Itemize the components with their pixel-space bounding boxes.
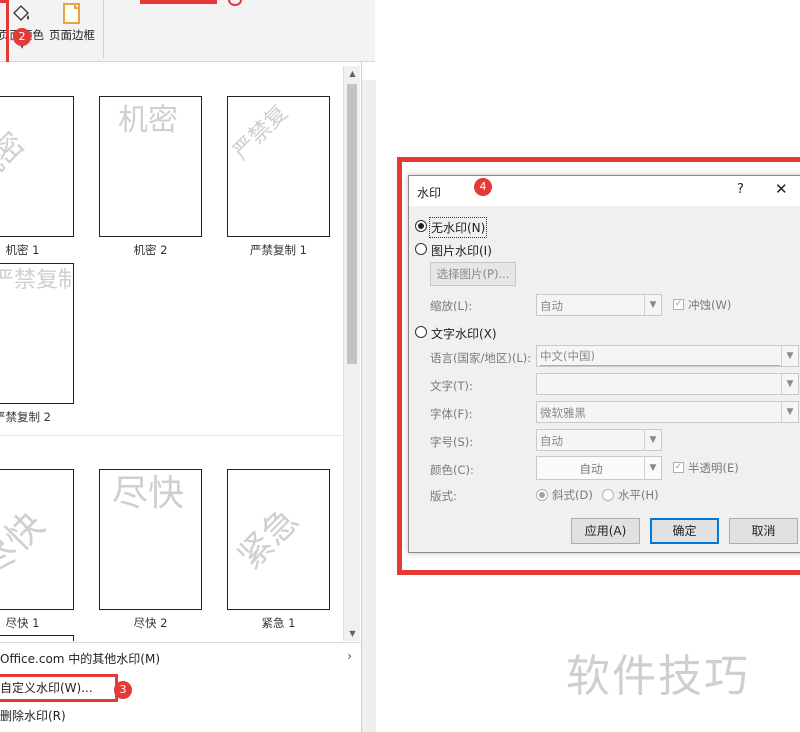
watermark-caption: 尽快 1 <box>5 616 40 630</box>
page-border-button[interactable]: 页面边框 <box>47 0 97 58</box>
color-label: 颜色(C): <box>430 463 474 477</box>
size-select[interactable]: 自动 ▼ <box>536 429 662 451</box>
ribbon-separator <box>103 0 104 58</box>
watermark-thumbnail: 机密 <box>99 96 202 237</box>
semitransparent-checkbox[interactable]: ✓ <box>673 462 684 473</box>
chevron-down-icon: ▼ <box>781 346 798 366</box>
chevron-down-icon: ▼ <box>644 295 661 315</box>
font-select[interactable]: 微软雅黑 ▼ <box>536 401 799 423</box>
cancel-button[interactable]: 取消 <box>729 518 798 544</box>
step-badge-2: 2 <box>13 28 31 46</box>
highlight-frame-custom <box>0 674 118 702</box>
text-watermark-radio[interactable] <box>415 326 427 338</box>
scroll-down-arrow-icon[interactable]: ▼ <box>345 626 360 641</box>
diagonal-label: 斜式(D) <box>552 488 593 502</box>
picture-watermark-radio[interactable] <box>415 243 427 255</box>
section-divider <box>0 435 342 436</box>
watermark-sample-text: 严禁复 <box>228 100 293 165</box>
language-select[interactable]: 中文(中国) ▼ <box>536 345 799 367</box>
watermark-thumbnail: 严禁复 <box>227 96 330 237</box>
scale-select[interactable]: 自动 ▼ <box>536 294 662 316</box>
no-watermark-label: 无水印(N) <box>428 217 488 238</box>
scroll-thumb[interactable] <box>347 84 357 364</box>
highlight-frame-top <box>140 0 217 4</box>
chevron-down-icon: ▼ <box>781 402 798 422</box>
language-label: 语言(国家/地区)(L): <box>430 351 532 365</box>
color-select[interactable]: 自动 ▼ <box>536 456 662 480</box>
watermark-sample-text: 机密 <box>118 103 178 138</box>
chevron-down-icon: ▼ <box>644 457 661 479</box>
gallery-scrollbar[interactable]: ▲ ▼ <box>343 66 360 641</box>
watermark-caption: 机密 1 <box>5 243 40 257</box>
scale-label: 缩放(L): <box>430 299 473 313</box>
watermark-thumbnail: 严禁复制 <box>0 263 74 404</box>
ribbon: 页面颜色 ▾ 页面边框 <box>0 0 375 62</box>
no-watermark-radio[interactable] <box>415 220 427 232</box>
washout-checkbox[interactable]: ✓ <box>673 299 684 310</box>
watermark-caption: 严禁复制 2 <box>0 410 51 424</box>
watermark-sample-text: 尽快 <box>0 504 53 585</box>
watermark-dialog: 水印 ? ✕ 4 无水印(N) 图片水印(I) 选择图片(P)... 缩放(L)… <box>408 175 800 553</box>
horizontal-label: 水平(H) <box>618 488 659 502</box>
help-icon[interactable]: ? <box>737 182 744 197</box>
chevron-right-icon: › <box>347 649 352 663</box>
washout-label: 冲蚀(W) <box>688 298 732 312</box>
ok-button[interactable]: 确定 <box>650 518 719 544</box>
watermark-next-thumbnail-edge <box>0 635 74 641</box>
size-label: 字号(S): <box>430 435 474 449</box>
layout-label: 版式: <box>430 489 457 503</box>
dialog-titlebar: 水印 ? ✕ <box>409 176 800 206</box>
watermark-sample-text: 紧急 <box>230 500 307 578</box>
scroll-up-arrow-icon[interactable]: ▲ <box>345 66 360 81</box>
paint-bucket-icon <box>13 5 29 21</box>
select-picture-button[interactable]: 选择图片(P)... <box>430 262 516 286</box>
watermark-gallery: ▲ ▼ 机密 机密 1 机密 机密 2 严禁复 严禁复制 1 严禁复制 严禁复制… <box>0 62 362 732</box>
menu-more-watermarks[interactable]: Office.com 中的其他水印(M) › <box>0 647 362 669</box>
highlight-frame-ribbon <box>0 0 9 70</box>
font-label: 字体(F): <box>430 407 473 421</box>
watermark-caption: 紧急 1 <box>261 616 296 630</box>
step-badge-3: 3 <box>114 681 132 699</box>
watermark-sample-text: 尽快 <box>112 473 185 514</box>
text-label: 文字(T): <box>430 379 473 393</box>
chevron-down-icon: ▼ <box>644 430 661 450</box>
dialog-title: 水印 <box>417 186 442 200</box>
watermark-thumbnail: 紧急 <box>227 469 330 610</box>
watermark-thumbnail: 尽快 <box>0 469 74 610</box>
watermark-caption: 尽快 2 <box>133 616 168 630</box>
chevron-down-icon: ▼ <box>781 374 798 394</box>
close-icon[interactable]: ✕ <box>775 180 788 198</box>
semitransparent-label: 半透明(E) <box>688 461 739 475</box>
page-border-label: 页面边框 <box>49 28 95 42</box>
brand-watermark-text: 软件技巧 <box>566 651 750 702</box>
menu-remove-watermark[interactable]: 删除水印(R) <box>0 704 362 726</box>
text-watermark-label: 文字水印(X) <box>431 327 497 341</box>
text-select[interactable]: ▼ <box>536 373 799 395</box>
watermark-caption: 机密 2 <box>133 243 168 257</box>
diagonal-radio[interactable] <box>536 489 548 501</box>
watermark-sample-text: 机密 <box>0 125 33 194</box>
watermark-thumbnail: 尽快 <box>99 469 202 610</box>
step-badge-4: 4 <box>474 178 492 196</box>
watermark-sample-text: 严禁复制 <box>0 268 73 293</box>
apply-button[interactable]: 应用(A) <box>571 518 640 544</box>
document-background <box>362 80 376 732</box>
watermark-thumbnail: 机密 <box>0 96 74 237</box>
page-border-icon <box>63 3 80 24</box>
horizontal-radio[interactable] <box>602 489 614 501</box>
watermark-caption: 严禁复制 1 <box>250 243 307 257</box>
picture-watermark-label: 图片水印(I) <box>431 244 492 258</box>
menu-separator <box>0 642 362 643</box>
